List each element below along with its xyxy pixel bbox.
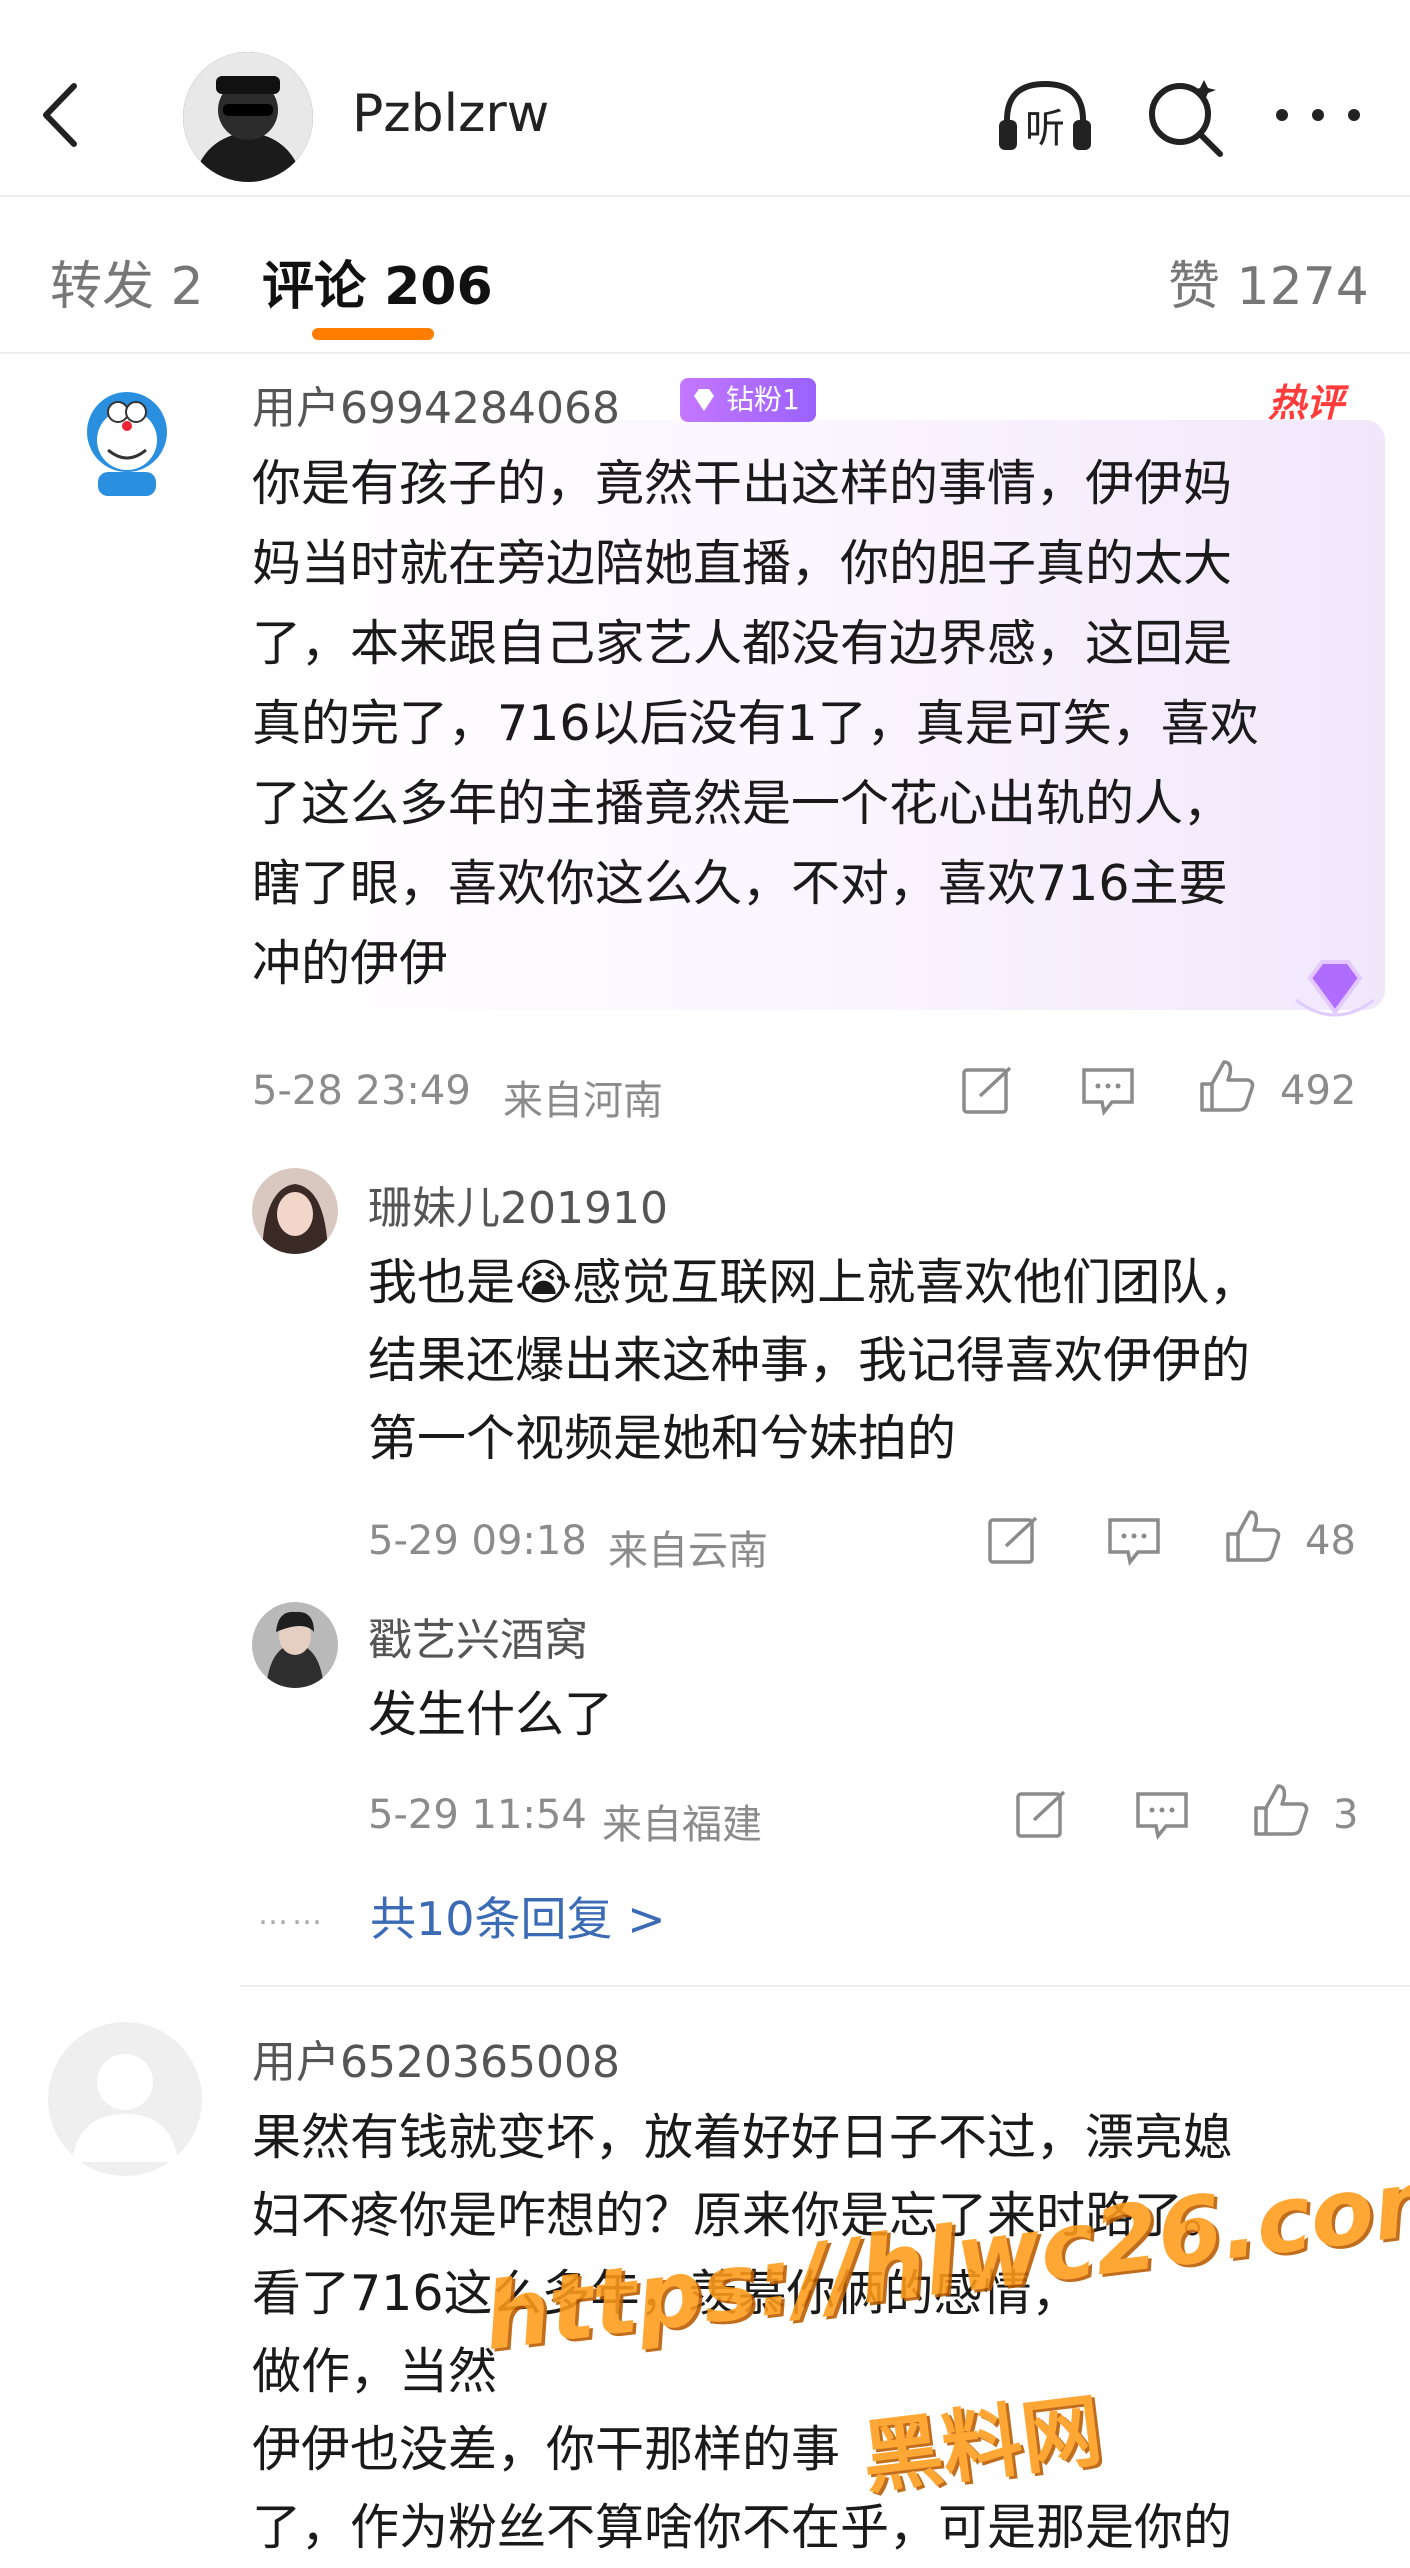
comment-text-line: 果然有钱就变坏，放着好好日子不过，漂亮媳 [252,2109,1233,2166]
default-user-icon [72,2054,178,2162]
avatar[interactable] [48,2022,202,2176]
comment-username[interactable]: 用户6994284068 [252,372,620,436]
avatar[interactable] [252,1602,338,1688]
comment-icon[interactable] [1078,1062,1138,1118]
more-replies-link[interactable]: 共10条回复 > [370,1883,666,1949]
repost-icon[interactable] [958,1062,1018,1118]
avatar-boy-icon [252,1602,338,1688]
reply-location: 来自福建 [602,1802,762,1848]
diamond-decoration-icon [1295,960,1375,1017]
comment-text-line: 做作，当然 [252,2343,498,2400]
repost-icon[interactable] [984,1512,1044,1568]
reply-text-line: 我也是😭感觉互联网上就喜欢他们团队， [368,1254,1259,1311]
comment-icon[interactable] [1104,1512,1164,1568]
comment-text-line: 瞎了眼，喜欢你这么久，不对，喜欢716主要 [252,855,1228,912]
tab-likes[interactable]: 赞 1274 [1168,244,1369,319]
avatar-doraemon-icon[interactable] [68,382,186,500]
comment-text-line: 了这么多年的主播竟然是一个花心出轨的人， [252,775,1233,832]
reply-time: 5-29 09:18 [368,1518,587,1564]
search-icon[interactable] [1140,72,1230,162]
comment-text-line: 真的完了，716以后没有1了，真是可笑，喜欢 [252,695,1259,752]
comment-icon[interactable] [1132,1786,1192,1842]
reply-username[interactable]: 珊妹儿201910 [368,1172,668,1236]
reply-time: 5-29 11:54 [368,1792,587,1838]
tab-reposts[interactable]: 转发 2 [50,244,204,319]
reply-text-line: 结果还爆出来这种事，我记得喜欢伊伊的 [368,1332,1251,1389]
chevron-left-icon[interactable] [38,80,82,150]
avatar[interactable] [252,1168,338,1254]
avatar[interactable] [183,52,313,182]
reply-dots: …… [258,1897,326,1932]
like-count: 3 [1333,1792,1359,1838]
like-count: 48 [1305,1518,1356,1564]
active-tab-indicator [312,328,434,340]
comment-text-line: 你是有孩子的，竟然干出这样的事情，伊伊妈 [252,455,1233,512]
reply-username[interactable]: 戳艺兴酒窝 [368,1604,588,1668]
comment-divider [240,1985,1410,1987]
reply-text-line: 发生什么了 [368,1686,614,1743]
like-icon[interactable] [1252,1782,1312,1838]
comment-text-line: 妈当时就在旁边陪她直播，你的胆子真的太大 [252,535,1233,592]
like-count: 492 [1280,1068,1357,1114]
svg-text:听: 听 [1025,106,1065,152]
reply-location: 来自云南 [608,1528,768,1574]
like-icon[interactable] [1224,1508,1284,1564]
comment-text-line: 了，本来跟自己家艺人都没有边界感，这回是 [252,615,1233,672]
repost-icon[interactable] [1012,1786,1072,1842]
page-title: Pzblzrw [352,84,550,144]
comment-text-line: 了，作为粉丝不算啥你不在乎，可是那是你的 [252,2499,1233,2556]
tab-comments[interactable]: 评论 206 [262,244,493,319]
diamond-icon [694,389,714,411]
more-dots-icon[interactable] [1270,100,1366,130]
comment-text-line: 冲的伊伊 [252,935,449,992]
avatar-girl-icon [252,1168,338,1254]
reply-text-line: 第一个视频是她和兮妹拍的 [368,1410,957,1467]
hot-comment-tag: 热评 [1268,381,1345,425]
like-icon[interactable] [1198,1058,1258,1114]
comment-text-line: 伊伊也没差，你干那样的事 [252,2421,841,2478]
comment-username[interactable]: 用户6520365008 [252,2026,620,2090]
comment-location: 来自河南 [503,1078,663,1124]
avatar-figure-icon [183,52,313,182]
comment-time: 5-28 23:49 [252,1068,471,1114]
headphones-icon[interactable]: 听 [995,76,1095,156]
